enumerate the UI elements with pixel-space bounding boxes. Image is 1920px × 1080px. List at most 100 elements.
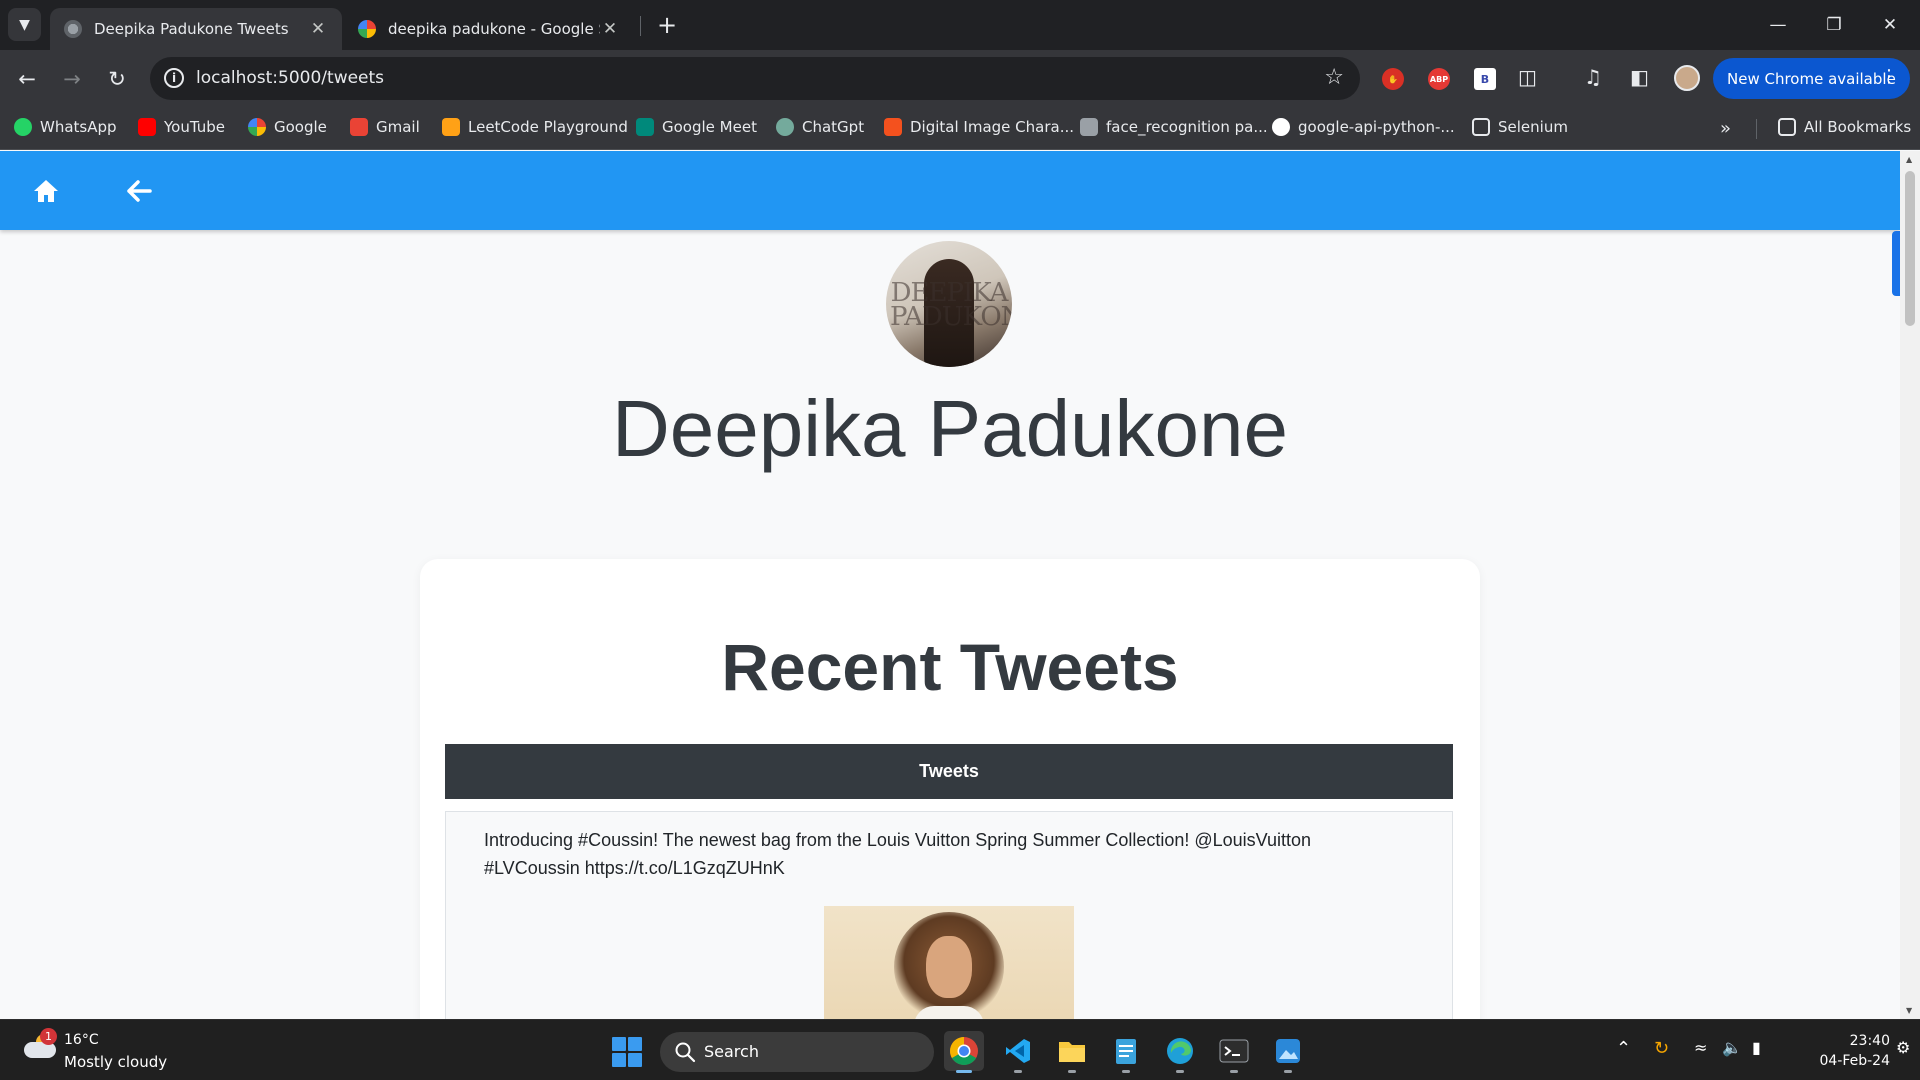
restore-button[interactable]: ❐ — [1806, 0, 1862, 50]
tweets-table-header: Tweets — [445, 744, 1453, 799]
recent-tweets-card: Recent Tweets Tweets Introducing #Coussi… — [420, 559, 1480, 1019]
tweet-image-collar — [914, 1006, 984, 1019]
bookmark-label: Google — [274, 118, 327, 136]
bookmark-digital-image[interactable]: Digital Image Chara... — [884, 118, 1074, 136]
close-window-button[interactable]: ✕ — [1862, 0, 1918, 50]
bookmark-label: LeetCode Playground — [468, 118, 628, 136]
scroll-down-arrow-icon[interactable]: ▼ — [1906, 1006, 1912, 1015]
profile-avatar[interactable] — [1674, 65, 1700, 91]
bookmark-google[interactable]: Google — [248, 118, 327, 136]
all-bookmarks-folder[interactable]: All Bookmarks — [1778, 118, 1911, 136]
battery-icon[interactable]: ▮ — [1752, 1038, 1761, 1057]
bookmark-star-icon[interactable]: ☆ — [1324, 65, 1344, 90]
bookmark-label: google-api-python-... — [1298, 118, 1455, 136]
forward-button[interactable]: → — [55, 62, 89, 96]
back-arrow-icon[interactable] — [121, 173, 157, 209]
tab-search-button[interactable]: ▼ — [8, 8, 41, 41]
google-icon — [358, 20, 376, 38]
home-icon[interactable] — [28, 173, 64, 209]
side-accent-tab[interactable] — [1892, 231, 1900, 296]
extensions-puzzle-icon[interactable]: ◫ — [1518, 65, 1537, 89]
new-chrome-available-button[interactable]: New Chrome available ⋮ — [1713, 58, 1910, 99]
vscode-taskbar-icon[interactable] — [998, 1031, 1038, 1073]
bookmark-chatgpt[interactable]: ChatGpt — [776, 118, 864, 136]
weather-notification-badge: 1 — [40, 1028, 57, 1045]
tab-deepika-tweets[interactable]: Deepika Padukone Tweets ✕ — [50, 8, 342, 50]
book-icon — [1080, 118, 1098, 136]
recent-tweets-title: Recent Tweets — [721, 630, 1179, 704]
terminal-taskbar-icon[interactable] — [1214, 1031, 1254, 1073]
wifi-icon[interactable]: ≈ — [1694, 1038, 1707, 1057]
bookmark-label: Google Meet — [662, 118, 757, 136]
arrow-left-icon: ← — [18, 67, 36, 91]
more-options-icon: ⋮ — [1880, 66, 1898, 87]
search-icon — [675, 1042, 696, 1063]
bookmark-label: face_recognition pa... — [1106, 118, 1268, 136]
hand-extension-icon[interactable]: ✋ — [1382, 68, 1404, 90]
bookmark-whatsapp[interactable]: WhatsApp — [14, 118, 117, 136]
back-button[interactable]: ← — [10, 62, 44, 96]
side-panel-icon[interactable]: ◧ — [1630, 65, 1649, 89]
whatsapp-icon — [14, 118, 32, 136]
search-label: Search — [704, 1042, 759, 1061]
youtube-icon — [138, 118, 156, 136]
bookmark-folder-selenium[interactable]: Selenium — [1472, 118, 1568, 136]
bookmark-google-api-python[interactable]: google-api-python-... — [1272, 118, 1455, 136]
tab-google-search[interactable]: deepika padukone - Google Search ✕ — [344, 8, 634, 50]
more-bookmarks-chevron-icon[interactable]: » — [1720, 118, 1731, 139]
photos-taskbar-icon[interactable] — [1268, 1031, 1308, 1073]
taskbar-search-box[interactable]: Search — [660, 1032, 934, 1072]
b-extension-icon[interactable]: B — [1474, 68, 1496, 90]
bookmark-label: Digital Image Chara... — [910, 118, 1074, 136]
scroll-up-arrow-icon[interactable]: ▲ — [1906, 155, 1912, 164]
bookmarks-bar: WhatsApp YouTube Google Gmail LeetCode P… — [0, 107, 1920, 150]
address-bar[interactable]: i localhost:5000/tweets ☆ — [150, 57, 1360, 100]
scrollbar-thumb[interactable] — [1905, 171, 1915, 326]
media-control-icon[interactable]: ♫ — [1584, 65, 1602, 89]
avatar-watermark-text: DEEPIKA PADUKONE — [890, 278, 1012, 332]
bookmark-face-recognition[interactable]: face_recognition pa... — [1080, 118, 1268, 136]
url-text[interactable]: localhost:5000/tweets — [196, 68, 384, 88]
chrome-taskbar-icon[interactable] — [944, 1031, 984, 1073]
profile-avatar-image: DEEPIKA PADUKONE — [886, 241, 1012, 367]
windows-start-icon[interactable] — [612, 1037, 642, 1067]
notification-bell-icon[interactable]: ⚙ — [1896, 1038, 1910, 1057]
bookmark-leetcode[interactable]: LeetCode Playground — [442, 118, 628, 136]
tweet-row: Introducing #Coussin! The newest bag fro… — [445, 811, 1453, 1019]
close-icon[interactable]: ✕ — [308, 19, 328, 39]
bookmark-label: YouTube — [164, 118, 225, 136]
close-icon[interactable]: ✕ — [600, 19, 620, 39]
folder-icon — [1778, 118, 1796, 136]
bookmark-youtube[interactable]: YouTube — [138, 118, 225, 136]
adblock-extension-icon[interactable]: ABP — [1428, 68, 1450, 90]
file-explorer-taskbar-icon[interactable] — [1052, 1031, 1092, 1073]
bookmark-gmail[interactable]: Gmail — [350, 118, 420, 136]
notepad-taskbar-icon[interactable] — [1106, 1031, 1146, 1073]
bookmark-google-meet[interactable]: Google Meet — [636, 118, 757, 136]
edge-taskbar-icon[interactable] — [1160, 1031, 1200, 1073]
tweet-image-face — [926, 936, 972, 998]
minimize-button[interactable]: — — [1750, 0, 1806, 50]
clock-time[interactable]: 23:40 — [1820, 1033, 1890, 1049]
globe-icon — [64, 20, 82, 38]
folder-icon — [1472, 118, 1490, 136]
tweet-image — [824, 906, 1074, 1019]
page-scrollbar[interactable]: ▲ ▼ — [1900, 151, 1920, 1019]
tab-title: Deepika Padukone Tweets — [94, 20, 289, 38]
reload-button[interactable]: ↻ — [100, 62, 134, 96]
new-tab-button[interactable]: + — [652, 10, 682, 40]
site-info-icon[interactable]: i — [164, 68, 184, 88]
leetcode-icon — [442, 118, 460, 136]
show-hidden-icons-chevron-icon[interactable]: ⌃ — [1616, 1038, 1631, 1059]
tab-title: deepika padukone - Google Search — [388, 20, 600, 38]
document-icon — [884, 118, 902, 136]
github-icon — [1272, 118, 1290, 136]
sync-icon[interactable]: ↻ — [1654, 1038, 1669, 1059]
update-label: New Chrome available — [1727, 69, 1896, 88]
clock-date[interactable]: 04-Feb-24 — [1790, 1053, 1890, 1069]
google-icon — [248, 118, 266, 136]
weather-temperature[interactable]: 16°C — [64, 1032, 99, 1048]
meet-icon — [636, 118, 654, 136]
volume-icon[interactable]: 🔈 — [1722, 1038, 1742, 1057]
weather-description[interactable]: Mostly cloudy — [64, 1053, 167, 1071]
